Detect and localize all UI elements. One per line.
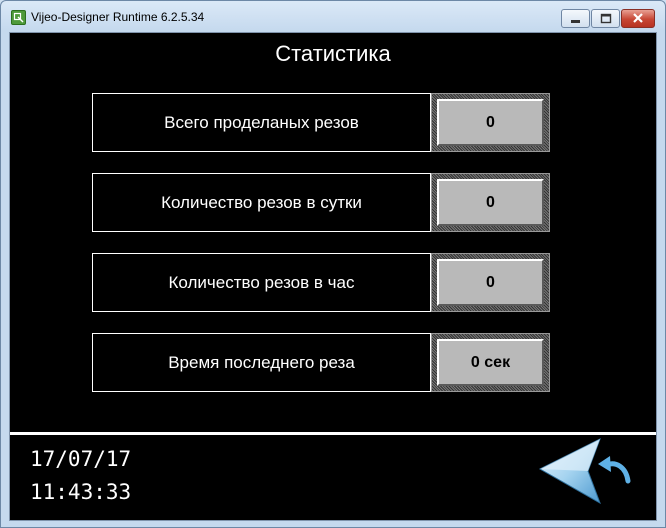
return-arrow-icon	[598, 456, 631, 484]
maximize-button[interactable]	[591, 9, 620, 28]
stat-value-frame-last-cut-time: 0 сек	[431, 333, 550, 392]
stat-label-cuts-per-day: Количество резов в сутки	[92, 173, 431, 232]
stat-value-frame-total-cuts: 0	[431, 93, 550, 152]
stat-value-last-cut-time: 0 сек	[437, 339, 544, 386]
stat-value-cuts-per-hour: 0	[437, 259, 544, 306]
window-title: Vijeo-Designer Runtime 6.2.5.34	[31, 10, 205, 24]
hmi-screen: Статистика Всего проделаных резов 0 Коли…	[9, 32, 657, 521]
current-date: 17/07/17	[30, 447, 132, 471]
stat-value-total-cuts: 0	[437, 99, 544, 146]
back-button[interactable]	[538, 437, 634, 507]
close-button[interactable]	[621, 9, 655, 28]
stat-label-total-cuts: Всего проделаных резов	[92, 93, 431, 152]
maximize-icon	[600, 13, 612, 24]
stat-value-frame-cuts-per-day: 0	[431, 173, 550, 232]
stat-value-cuts-per-day: 0	[437, 179, 544, 226]
app-icon	[11, 10, 26, 25]
stat-label-cuts-per-hour: Количество резов в час	[92, 253, 431, 312]
close-icon	[633, 13, 643, 23]
minimize-icon	[571, 20, 580, 23]
minimize-button[interactable]	[561, 9, 590, 28]
back-arrow-icon	[538, 437, 601, 505]
stat-value-frame-cuts-per-hour: 0	[431, 253, 550, 312]
divider	[10, 432, 656, 435]
stat-label-last-cut-time: Время последнего реза	[92, 333, 431, 392]
current-time: 11:43:33	[30, 480, 132, 504]
title-bar[interactable]: Vijeo-Designer Runtime 6.2.5.34	[1, 1, 665, 32]
application-window: Vijeo-Designer Runtime 6.2.5.34 Статисти…	[0, 0, 666, 528]
page-title: Статистика	[275, 41, 391, 66]
